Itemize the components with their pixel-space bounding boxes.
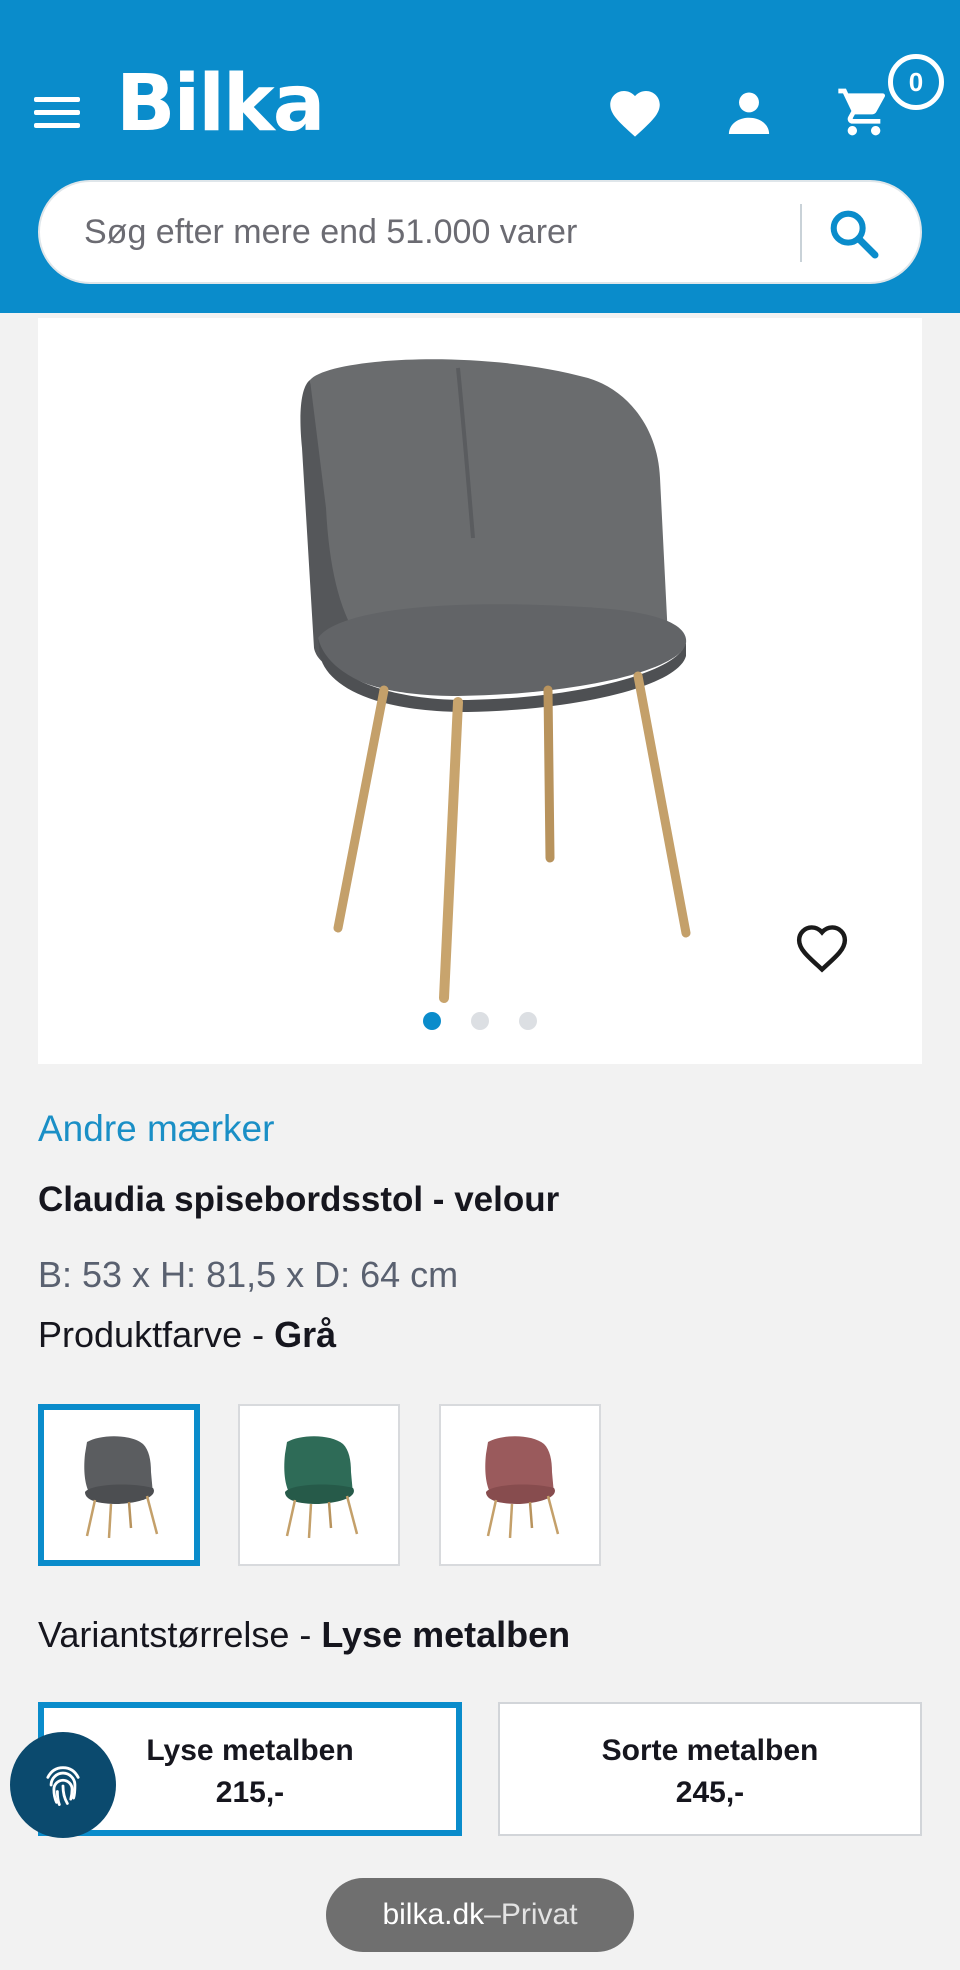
search-bar <box>38 180 922 284</box>
product-color-line: Produktfarve - Grå <box>38 1314 336 1356</box>
swatch-chair-rose-image <box>485 1436 560 1538</box>
product-image-chair <box>300 359 691 1003</box>
site-header: Bilka 0 <box>0 0 960 313</box>
variant-size-line: Variantstørrelse - Lyse metalben <box>38 1614 570 1656</box>
wishlist-heart-icon[interactable] <box>608 88 662 138</box>
variant-option-label: Sorte metalben <box>601 1734 819 1767</box>
product-dimensions: B: 53 x H: 81,5 x D: 64 cm <box>38 1254 459 1295</box>
product-title: Claudia spisebordsstol - velour <box>38 1180 560 1219</box>
color-swatch-rose[interactable] <box>439 1404 601 1566</box>
search-divider <box>800 204 802 262</box>
account-user-icon[interactable] <box>726 88 772 136</box>
variant-option-price: 245,- <box>675 1776 745 1809</box>
product-brand-link[interactable]: Andre mærker <box>38 1108 274 1150</box>
product-image-gallery[interactable] <box>38 318 922 1064</box>
search-input[interactable] <box>84 204 784 260</box>
shopping-cart-icon[interactable] <box>836 84 892 140</box>
gallery-dot-3[interactable] <box>519 1012 537 1030</box>
cookie-consent-fingerprint-button[interactable] <box>10 1732 116 1838</box>
color-swatch-gray[interactable] <box>38 1404 200 1566</box>
gallery-dot-1[interactable] <box>423 1012 441 1030</box>
browser-mode: Privat <box>500 1898 578 1931</box>
hamburger-menu-icon[interactable] <box>34 95 80 131</box>
color-swatch-green[interactable] <box>238 1404 400 1566</box>
gallery-dot-2[interactable] <box>471 1012 489 1030</box>
bilka-logo[interactable]: Bilka <box>116 64 325 144</box>
swatch-chair-green-image <box>284 1436 359 1538</box>
browser-separator: – <box>484 1898 501 1931</box>
product-color-value: Grå <box>274 1314 337 1355</box>
variant-size-value: Lyse metalben <box>321 1614 571 1655</box>
swatch-chair-gray-image <box>84 1436 159 1538</box>
fingerprint-icon <box>46 1766 80 1806</box>
add-to-favorites-heart-icon[interactable] <box>794 922 850 974</box>
browser-domain: bilka.dk <box>382 1898 485 1931</box>
cart-count-badge: 0 <box>888 54 944 110</box>
gallery-pagination <box>38 1012 922 1030</box>
variant-size-label: Variantstørrelse - <box>38 1614 322 1655</box>
browser-bottom-bar: bilka.dk – Privat <box>0 1846 960 1970</box>
product-color-label: Produktfarve - <box>38 1314 275 1355</box>
variant-option-black-legs[interactable]: Sorte metalben 245,- <box>498 1702 922 1836</box>
browser-address-pill[interactable]: bilka.dk – Privat <box>326 1878 634 1952</box>
search-icon[interactable] <box>826 206 882 262</box>
